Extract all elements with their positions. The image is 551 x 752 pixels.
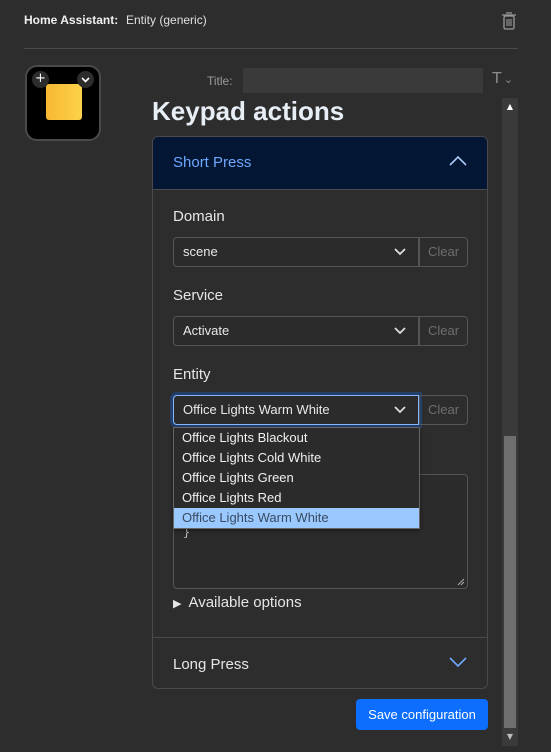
key-image [46,84,82,120]
domain-clear-button[interactable]: Clear [419,237,468,267]
scrollbar-thumb[interactable] [504,436,516,728]
domain-label: Domain [173,208,225,225]
caret-right-icon: ▶ [173,598,182,610]
entity-option[interactable]: Office Lights Blackout [174,428,419,448]
entity-option[interactable]: Office Lights Cold White [174,448,419,468]
header-divider [24,48,518,49]
entity-label: Entity [173,366,211,383]
key-preview[interactable]: + [25,65,101,141]
chevron-down-icon [449,657,467,668]
domain-select[interactable]: scene [173,237,419,267]
available-options-toggle[interactable]: ▶ Available options [173,594,302,611]
service-label: Service [173,287,224,304]
title-input[interactable] [243,68,483,93]
page-title: Keypad actions [152,96,345,126]
chevron-up-icon [449,155,467,166]
chevron-down-icon: ⌄ [503,74,513,86]
accordion-label: Long Press [173,656,249,673]
keypad-actions-accordion: Short Press Domain scene Clear Service A… [152,136,488,689]
entity-options-list: Office Lights Blackout Office Lights Col… [173,427,420,529]
trash-icon[interactable] [500,11,518,31]
entity-option[interactable]: Office Lights Red [174,488,419,508]
service-value: Activate [183,323,230,338]
accordion-label: Short Press [173,154,252,171]
plugin-label: Home Assistant: [24,13,119,27]
service-select[interactable]: Activate [173,316,419,346]
chevron-down-icon [394,327,406,335]
save-configuration-button[interactable]: Save configuration [356,699,488,730]
chevron-down-icon [394,248,406,256]
title-label: Title: [207,74,233,88]
text-format-icon: T [492,70,502,87]
domain-value: scene [183,244,218,259]
entity-select[interactable]: Office Lights Warm White [173,395,419,425]
action-type: Entity (generic) [126,13,207,27]
scroll-down-arrow-icon[interactable]: ▼ [503,730,517,744]
chevron-down-icon[interactable] [77,71,94,88]
entity-value: Office Lights Warm White [183,402,330,417]
entity-option[interactable]: Office Lights Green [174,468,419,488]
scroll-up-arrow-icon[interactable]: ▲ [503,100,517,114]
resize-grip-icon[interactable] [457,578,465,586]
entity-clear-button[interactable]: Clear [419,395,468,425]
chevron-down-icon [394,406,406,414]
accordion-header-long-press[interactable]: Long Press [153,637,487,690]
accordion-header-short-press[interactable]: Short Press [153,137,487,190]
service-clear-button[interactable]: Clear [419,316,468,346]
entity-option-selected[interactable]: Office Lights Warm White [174,508,419,528]
available-options-label: Available options [188,594,302,611]
title-format-button[interactable]: T ⌄ [492,70,513,88]
plus-icon[interactable]: + [32,71,49,88]
